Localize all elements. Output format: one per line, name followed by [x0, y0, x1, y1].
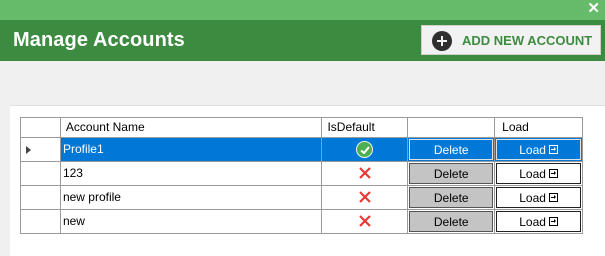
- delete-button[interactable]: Delete: [409, 163, 494, 184]
- column-header-delete[interactable]: [408, 118, 496, 138]
- delete-cell: Delete: [408, 138, 496, 162]
- load-button[interactable]: Load: [496, 163, 581, 184]
- account-name: 123: [62, 166, 83, 180]
- table-row[interactable]: Profile1 Delete Load: [21, 138, 583, 162]
- load-arrow-icon: [548, 217, 558, 227]
- isdefault-cell[interactable]: [322, 138, 409, 162]
- column-header-load[interactable]: Load: [495, 118, 584, 138]
- cross-icon: [359, 215, 372, 227]
- row-selector[interactable]: [21, 138, 61, 162]
- row-header-column: [21, 118, 61, 138]
- account-name: new profile: [62, 190, 121, 204]
- load-button-label: Load: [519, 143, 546, 157]
- delete-button[interactable]: Delete: [409, 211, 494, 232]
- column-header-isdefault[interactable]: IsDefault: [322, 118, 409, 138]
- load-button[interactable]: Load: [496, 211, 581, 232]
- account-name: new: [62, 214, 85, 228]
- delete-cell: Delete: [408, 210, 496, 234]
- load-button-label: Load: [519, 191, 546, 205]
- delete-cell: Delete: [408, 186, 496, 210]
- account-name-cell[interactable]: new profile: [60, 186, 323, 210]
- account-name: Profile1: [62, 142, 104, 156]
- cross-icon: [359, 167, 372, 179]
- check-icon: [356, 141, 374, 158]
- title-bar: ✕: [0, 0, 605, 20]
- close-icon[interactable]: ✕: [587, 1, 600, 17]
- table-row[interactable]: new Delete Load: [21, 210, 583, 234]
- add-new-account-button[interactable]: ADD NEW ACCOUNT: [421, 25, 601, 55]
- load-cell: Load: [495, 186, 583, 210]
- column-header-account-name[interactable]: Account Name: [60, 118, 323, 138]
- load-arrow-icon: [548, 193, 558, 203]
- grid-header-row: Account Name IsDefault Load: [21, 118, 584, 138]
- account-name-cell[interactable]: Profile1: [60, 138, 323, 162]
- cross-icon: [359, 191, 372, 203]
- delete-button[interactable]: Delete: [409, 187, 494, 208]
- load-button[interactable]: Load: [496, 139, 581, 160]
- isdefault-cell[interactable]: [322, 210, 409, 234]
- load-button[interactable]: Load: [496, 187, 581, 208]
- page-title: Manage Accounts: [13, 29, 185, 51]
- load-arrow-icon: [548, 145, 558, 155]
- header-bar: Manage Accounts ADD NEW ACCOUNT: [0, 20, 605, 61]
- add-new-account-label: ADD NEW ACCOUNT: [462, 33, 593, 48]
- plus-circle-icon: [432, 31, 452, 51]
- row-selector[interactable]: [21, 186, 61, 210]
- load-cell: Load: [495, 210, 583, 234]
- delete-button[interactable]: Delete: [409, 139, 494, 160]
- load-cell: Load: [495, 162, 583, 186]
- account-name-cell[interactable]: new: [60, 210, 323, 234]
- current-row-arrow-icon: [26, 146, 31, 154]
- account-name-cell[interactable]: 123: [60, 162, 323, 186]
- isdefault-cell[interactable]: [322, 162, 409, 186]
- load-arrow-icon: [548, 169, 558, 179]
- table-row[interactable]: new profile Delete Load: [21, 186, 583, 210]
- isdefault-cell[interactable]: [322, 186, 409, 210]
- table-row[interactable]: 123 Delete Load: [21, 162, 583, 186]
- row-selector[interactable]: [21, 162, 61, 186]
- accounts-grid: Account Name IsDefault Load Profile1 Del…: [20, 117, 584, 234]
- load-cell: Load: [495, 138, 583, 162]
- delete-cell: Delete: [408, 162, 496, 186]
- row-selector[interactable]: [21, 210, 61, 234]
- load-button-label: Load: [519, 167, 546, 181]
- load-button-label: Load: [519, 215, 546, 229]
